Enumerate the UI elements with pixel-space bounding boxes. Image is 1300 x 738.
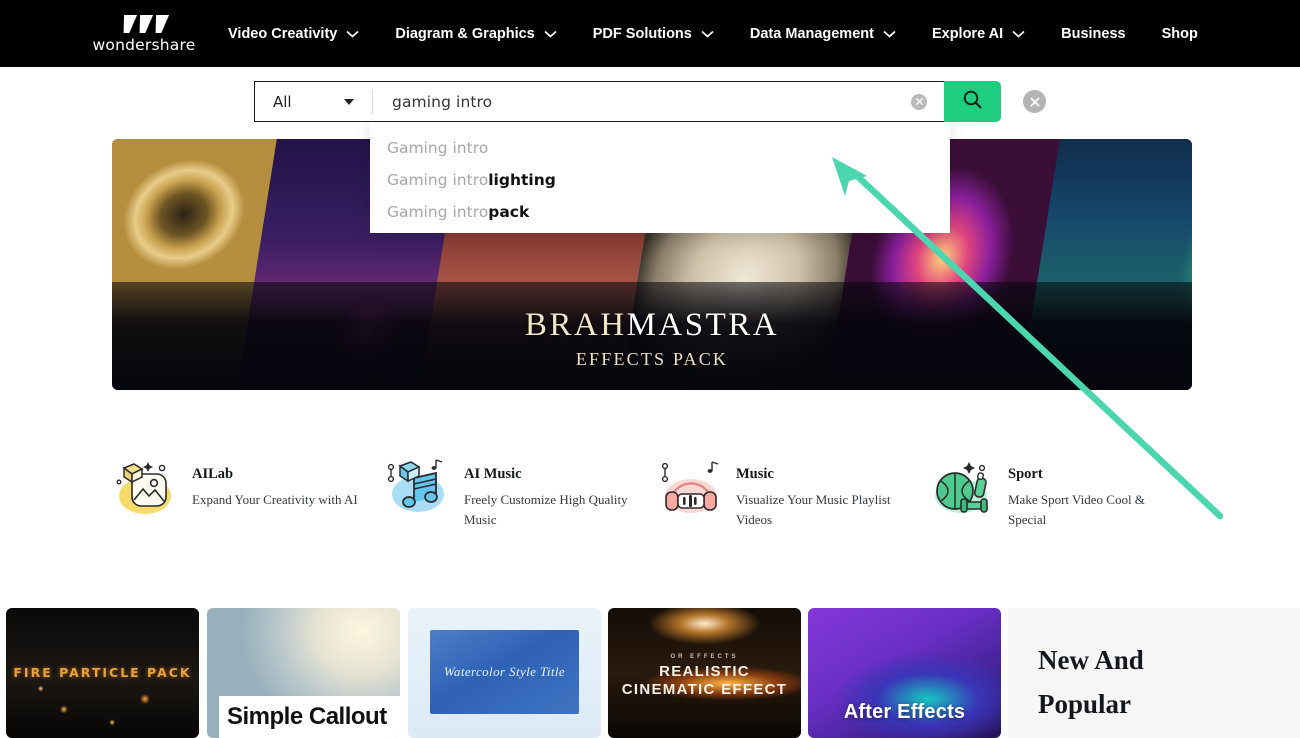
thumbnail-label: FIRE PARTICLE PACK (13, 665, 192, 680)
category-name: AI Music (464, 466, 522, 482)
chevron-down-icon (544, 30, 557, 38)
category-row: AILab Expand Your Creativity with AI AI … (112, 452, 1202, 538)
search-category-label: All (273, 92, 292, 111)
search-category-select[interactable]: All (254, 81, 372, 122)
clear-circle-icon[interactable] (911, 93, 927, 110)
nav-items: Video Creativity Diagram & Graphics PDF … (228, 0, 1234, 67)
nav-label: Explore AI (931, 25, 1004, 42)
thumbnail-label: Watercolor Style Title (443, 664, 566, 679)
divider (372, 89, 373, 114)
category-sport[interactable]: Sport Make Sport Video Cool & Special (928, 452, 1200, 538)
ai-music-note-icon (384, 456, 456, 520)
thumbnail-inner-card: Watercolor Style Title (430, 630, 579, 714)
nav-item-diagram-graphics[interactable]: Diagram & Graphics (395, 25, 557, 42)
nav-item-business[interactable]: Business (1061, 26, 1125, 42)
thumbnail-label: After Effects (843, 701, 966, 723)
suggestion-item[interactable]: Gaming intro lighting (370, 164, 950, 196)
category-description: Make Sport Video Cool & Special (1008, 492, 1145, 528)
category-text: Music Visualize Your Music Playlist Vide… (728, 452, 912, 530)
suggestion-item[interactable]: Gaming intro (370, 132, 950, 164)
top-navigation-bar: wondershare Video Creativity Diagram & G… (0, 0, 1300, 67)
category-text: Sport Make Sport Video Cool & Special (1000, 452, 1184, 530)
nav-item-shop[interactable]: Shop (1162, 26, 1198, 42)
thumbnail-realistic-cinematic-effect[interactable]: OR EFFECTS REALISTIC CINEMATIC EFFECT (608, 608, 801, 738)
thumbnail-watercolor-style-title[interactable]: Watercolor Style Title (408, 608, 601, 738)
chevron-down-icon (346, 30, 359, 38)
nav-item-explore-ai[interactable]: Explore AI (932, 26, 1025, 42)
suggestion-bold: lighting (488, 171, 556, 189)
suggestion-item[interactable]: Gaming intro pack (370, 196, 950, 228)
search-input-value: gaming intro (392, 92, 493, 111)
chevron-down-icon (1012, 30, 1025, 38)
search-icon (962, 89, 983, 115)
category-name: AILab (192, 466, 234, 482)
headphones-icon (656, 456, 728, 520)
wondershare-w-logo-icon (122, 15, 166, 33)
caret-down-icon (344, 98, 354, 105)
thumbnail-fire-particle-pack[interactable]: FIRE PARTICLE PACK (6, 608, 199, 738)
suggestion-bold: pack (488, 203, 530, 221)
sport-ball-icon (928, 456, 1000, 520)
heading-line2: Popular (1038, 689, 1132, 719)
hero-title-part2: MASTRA (626, 307, 780, 343)
search-input[interactable]: gaming intro (372, 81, 944, 122)
thumbnail-simple-callout[interactable]: Simple Callout (207, 608, 400, 738)
search-suggestions-dropdown: Gaming intro Gaming intro lighting Gaming… (370, 118, 950, 233)
category-ailab[interactable]: AILab Expand Your Creativity with AI (112, 452, 384, 538)
search-bar: All gaming intro (254, 81, 1001, 122)
nav-label: Data Management (749, 25, 874, 42)
template-thumbnail-row: FIRE PARTICLE PACK Simple Callout Waterc… (0, 608, 1300, 738)
wondershare-logo[interactable]: wondershare (90, 8, 198, 60)
category-name: Sport (1008, 466, 1043, 482)
heading-line1: New And (1038, 645, 1144, 675)
hero-title: BRAHMASTRA (112, 307, 1192, 344)
thumbnail-label-line2: CINEMATIC EFFECT (621, 681, 788, 698)
hero-subtitle: EFFECTS PACK (575, 349, 729, 369)
nav-label: PDF Solutions (592, 25, 692, 42)
thumbnail-after-effects[interactable]: After Effects (808, 608, 1001, 738)
thumbnail-label-small: OR EFFECTS (670, 654, 739, 660)
thumbnail-label: Simple Callout (227, 703, 387, 730)
category-ai-music[interactable]: AI Music Freely Customize High Quality M… (384, 452, 656, 538)
suggestion-prefix: Gaming intro (387, 139, 489, 157)
suggestion-prefix: Gaming intro (387, 203, 489, 221)
page-root: wondershare Video Creativity Diagram & G… (0, 0, 1300, 738)
category-text: AILab Expand Your Creativity with AI (184, 452, 358, 510)
nav-item-video-creativity[interactable]: Video Creativity (228, 26, 359, 42)
thumbnail-label-line1: REALISTIC (659, 663, 750, 680)
nav-item-data-management[interactable]: Data Management (750, 26, 896, 42)
thumbnail-label-box: Simple Callout (219, 696, 400, 738)
category-music[interactable]: Music Visualize Your Music Playlist Vide… (656, 452, 928, 538)
nav-label: Business (1061, 25, 1126, 42)
suggestion-prefix: Gaming intro (387, 171, 489, 189)
category-description: Visualize Your Music Playlist Videos (736, 492, 891, 528)
category-description: Freely Customize High Quality Music (464, 492, 628, 528)
category-name: Music (736, 466, 774, 482)
chevron-down-icon (883, 30, 896, 38)
close-circle-icon[interactable] (1023, 90, 1046, 113)
chevron-down-icon (701, 30, 714, 38)
category-text: AI Music Freely Customize High Quality M… (456, 452, 640, 530)
ai-image-icon (112, 456, 184, 520)
hero-title-part1: BRAH (524, 307, 627, 343)
thumbnail-label: OR EFFECTS REALISTIC CINEMATIC EFFECT (608, 654, 801, 698)
brand-name: wondershare (92, 35, 196, 54)
nav-label: Video Creativity (228, 25, 338, 42)
search-submit-button[interactable] (944, 81, 1001, 122)
nav-label: Diagram & Graphics (395, 25, 535, 42)
nav-label: Shop (1161, 25, 1198, 42)
category-description: Expand Your Creativity with AI (192, 492, 358, 507)
new-and-popular-heading: New And Popular (1008, 608, 1300, 738)
nav-item-pdf-solutions[interactable]: PDF Solutions (593, 26, 714, 42)
